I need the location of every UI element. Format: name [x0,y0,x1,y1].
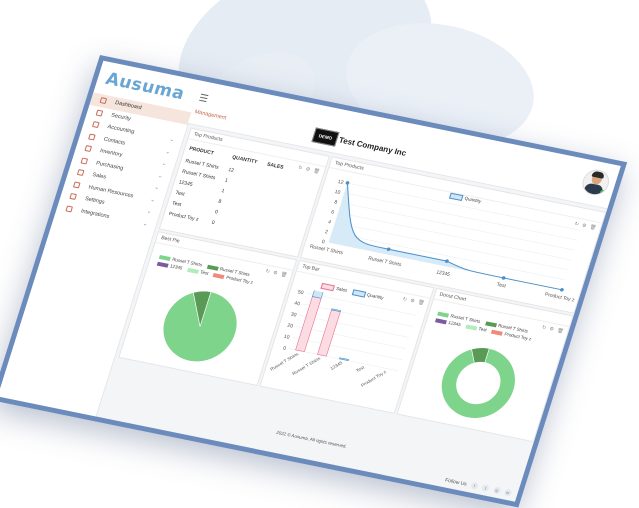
dashboard-icon [99,97,108,105]
company-name: Test Company Inc [337,135,408,158]
gridline [295,326,406,349]
x-tick-label: Product Toy z [360,369,388,388]
cart-icon [80,157,89,164]
legend-label: Test [477,326,488,333]
settings-icon[interactable]: ⚙ [409,298,416,305]
legend-label: Quantity [366,292,385,301]
gear-icon [69,193,77,200]
y-tick-label: 0 [321,239,326,245]
y-tick-label: 40 [293,300,300,307]
online-status-dot [599,189,606,196]
legend-label: 12345 [169,263,184,271]
refresh-icon[interactable]: ↻ [402,296,409,303]
settings-icon[interactable]: ⚙ [305,166,312,173]
x-tick-label: Test [496,282,507,290]
data-point [560,288,564,292]
sidebar-item-label: Inventory [99,148,124,159]
chart-icon [76,169,85,176]
avatar[interactable] [579,167,613,198]
y-tick-label: 20 [286,323,293,330]
instagram-icon[interactable]: ◎ [492,486,502,495]
y-tick-label: 2 [324,229,329,235]
chevron-down-icon: ⌄ [157,172,164,180]
gridline [292,337,403,361]
y-tick-label: 0 [282,346,287,352]
sidebar-item-label: Security [110,112,132,122]
sidebar-item-label: Sales [91,172,107,181]
breadcrumb[interactable]: Management [194,109,227,121]
y-tick-label: 10 [334,189,341,196]
panel-tools: ↻ ⚙ 🗑 [402,296,426,306]
y-tick-label: 8 [333,199,338,205]
x-tick-label: Test [355,364,366,373]
facebook-icon[interactable]: f [469,481,479,490]
x-tick-label: Russel T Shirts [269,351,300,372]
linkedin-icon[interactable]: in [503,488,513,497]
twitter-icon[interactable]: t [481,484,491,493]
chevron-down-icon: ⌄ [153,184,160,192]
calculator-icon [91,121,100,129]
shield-icon [95,109,104,117]
box-icon [84,145,93,153]
sidebar-item-label: Contacts [102,136,126,147]
top-products-table: PRODUCT QUANTITY SALES Russel T Shirts 12… [167,144,294,240]
best-pie-chart [162,290,238,362]
gridline [299,314,410,338]
top-bar-chart: 0 10 20 30 40 50 Russel T ShirtsRussel T Shirt… [269,285,417,388]
gridline [302,303,413,327]
chevron-down-icon: ⌄ [141,220,149,228]
x-tick-label: 12345 [329,360,343,371]
sidebar-item-label: Integrations [80,207,111,220]
chevron-down-icon: ⌄ [168,136,176,144]
x-tick-label: 12345 [435,270,451,279]
bar-quantity [339,357,350,361]
y-tick-label: 12 [337,179,344,186]
contacts-icon [88,133,96,141]
trash-icon[interactable]: 🗑 [312,168,321,175]
panel-tools: ↻ ⚙ 🗑 [297,165,321,175]
plug-icon [65,204,74,212]
chevron-down-icon: ⌄ [145,208,153,216]
y-tick-label: 30 [290,312,297,319]
x-tick-label: Russel T Shirts [367,256,402,269]
y-tick-label: 50 [297,289,304,296]
y-tick-label: 4 [327,219,332,225]
x-tick-label: Russel T Shirts [291,355,322,376]
legend-label: Product Toy z [225,274,254,285]
x-tick-label: Product Toy z [544,292,576,304]
chevron-down-icon: ⌄ [164,148,172,156]
y-tick-label: 10 [283,334,290,341]
data-point [501,276,506,280]
hamburger-icon[interactable]: ☰ [197,93,209,105]
gridline [338,212,572,261]
y-tick-label: 6 [330,209,335,215]
legend-label: Test [199,269,210,276]
chevron-down-icon: ⌄ [160,160,168,168]
people-icon [73,181,81,188]
legend-label: Sales [335,285,348,293]
follow-label: Follow Us [444,477,468,488]
legend-label: 12345 [447,319,462,328]
chevron-down-icon: ⌄ [149,196,157,204]
legend-label: Product Toy z [503,331,533,342]
refresh-icon[interactable]: ↻ [297,165,304,172]
bar-sales [317,309,341,357]
sidebar-item-label: Settings [83,195,106,206]
trash-icon[interactable]: 🗑 [417,299,426,306]
data-point [345,181,350,185]
donut-chart [441,347,516,419]
dashboard-screen: Ausuma Dashboard Security Accounting ⌄ Co… [0,55,628,508]
company-logo: DEMO [311,127,340,147]
x-tick-label: Russel T Shirts [309,244,344,257]
